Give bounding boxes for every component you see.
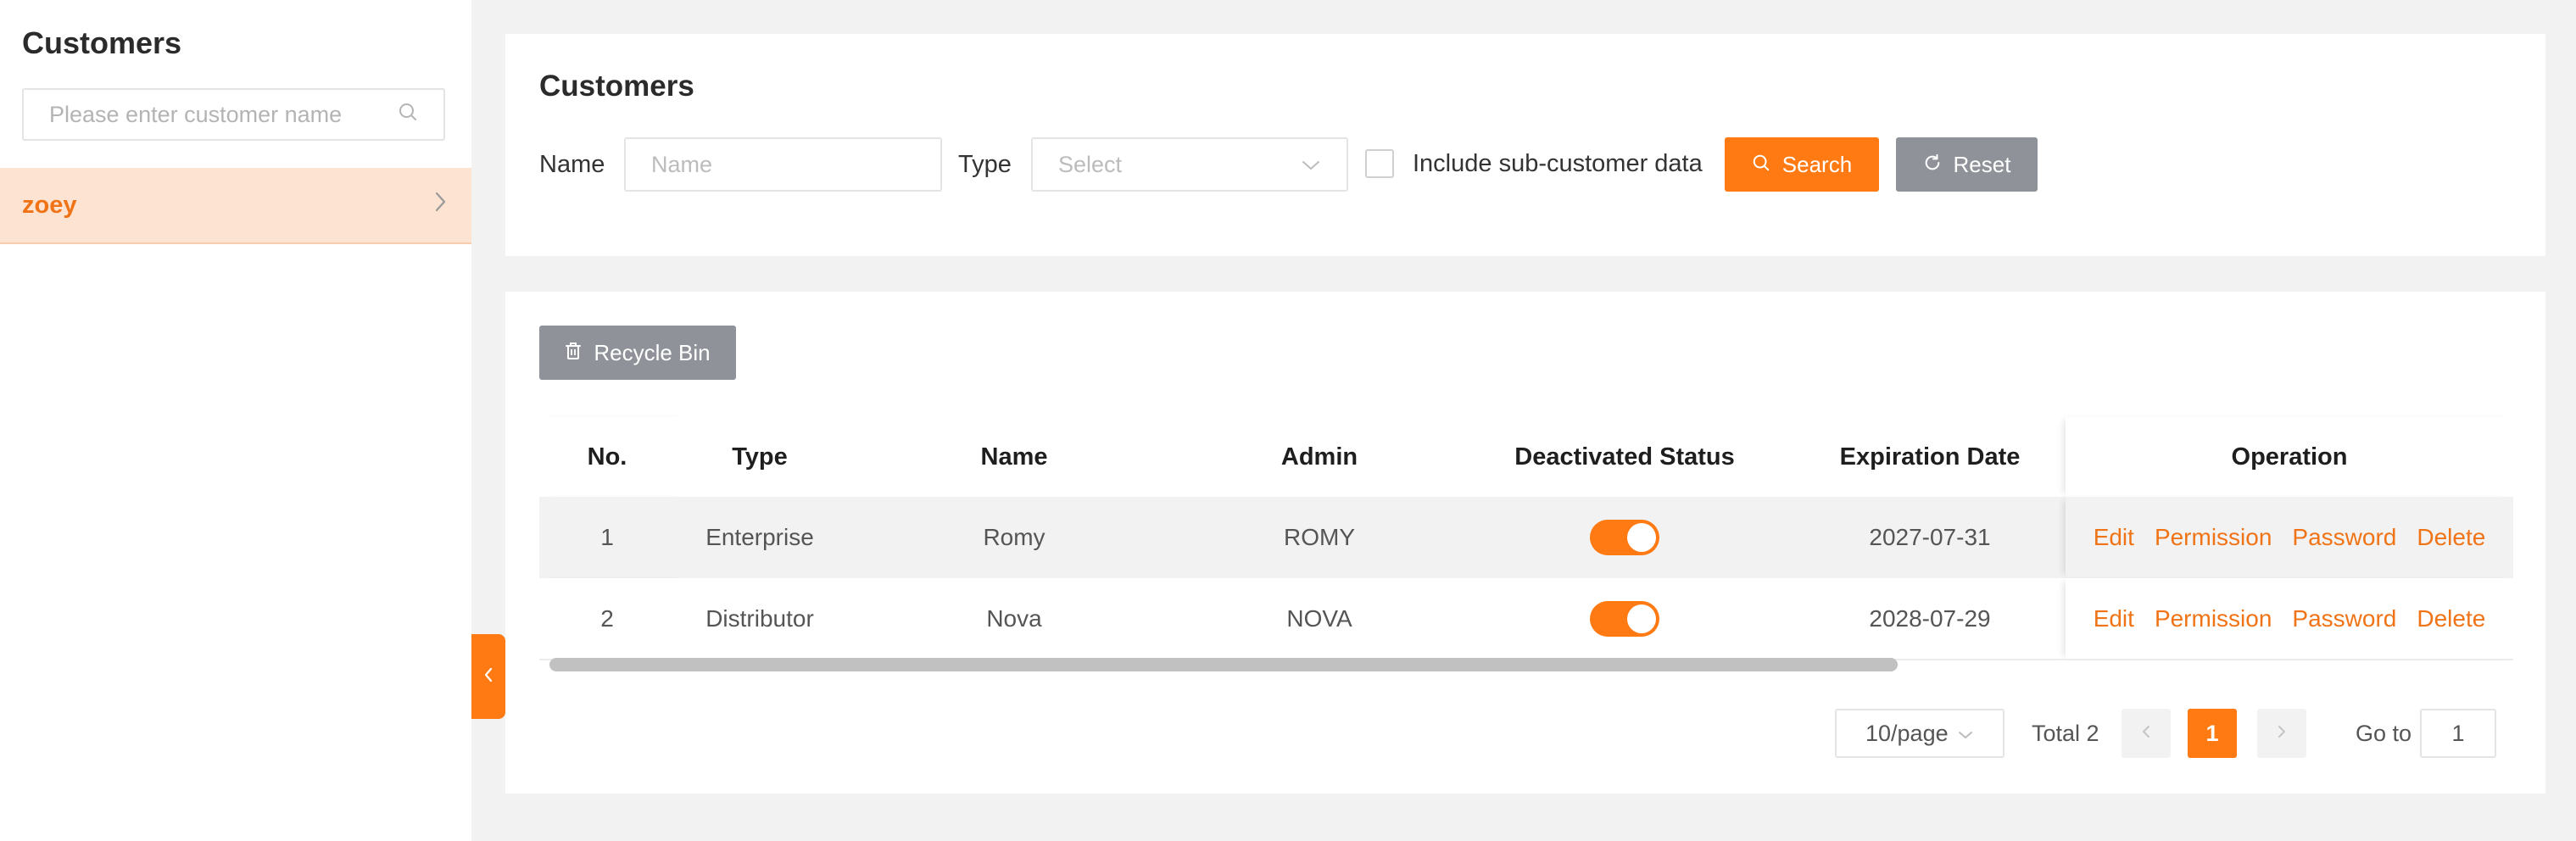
password-link[interactable]: Password — [2292, 524, 2396, 551]
trash-icon — [565, 340, 582, 366]
cell-expiration-date: 2027-07-31 — [1794, 497, 2066, 578]
cell-operation: Edit Permission Password Delete — [2066, 578, 2513, 660]
page-number-current[interactable]: 1 — [2188, 709, 2237, 758]
sidebar-item-zoey[interactable]: zoey — [0, 168, 471, 244]
next-page-button[interactable] — [2257, 709, 2306, 758]
delete-link[interactable]: Delete — [2417, 605, 2485, 632]
permission-link[interactable]: Permission — [2155, 605, 2272, 632]
toggle-knob — [1627, 523, 1656, 552]
reset-button[interactable]: Reset — [1896, 137, 2038, 192]
page-size-value: 10/page — [1865, 720, 1949, 746]
cell-admin: NOVA — [1184, 578, 1455, 660]
chevron-right-icon — [2276, 723, 2288, 744]
deactivated-toggle[interactable] — [1590, 600, 1659, 637]
column-header-name: Name — [845, 417, 1184, 497]
column-header-operation: Operation — [2066, 417, 2513, 497]
chevron-left-icon — [482, 666, 495, 688]
include-sub-customer-checkbox[interactable] — [1365, 149, 1394, 178]
page-title: Customers — [539, 70, 694, 103]
name-filter-placeholder: Name — [651, 151, 713, 177]
cell-operation: Edit Permission Password Delete — [2066, 497, 2513, 578]
chevron-right-icon — [431, 191, 449, 220]
search-button-label: Search — [1781, 151, 1853, 177]
column-header-admin: Admin — [1184, 417, 1455, 497]
recycle-bin-button[interactable]: Recycle Bin — [539, 326, 736, 380]
table-header-row: No. Type Name Admin Deactivated Status E… — [539, 417, 2513, 497]
page-size-select[interactable]: 10/page — [1835, 709, 2004, 758]
column-header-no: No. — [539, 417, 675, 497]
cell-deactivated-status — [1455, 578, 1794, 660]
goto-page-label: Go to — [2356, 721, 2412, 746]
customer-table: No. Type Name Admin Deactivated Status E… — [539, 417, 2513, 660]
chevron-down-icon — [1301, 152, 1321, 178]
filter-panel: Customers Name Name Type Select Include … — [505, 34, 2545, 256]
column-header-deactivated-status: Deactivated Status — [1455, 417, 1794, 497]
customer-search-placeholder: Please enter customer name — [49, 101, 343, 127]
delete-link[interactable]: Delete — [2417, 524, 2485, 551]
goto-page-input[interactable]: 1 — [2420, 709, 2496, 758]
horizontal-scrollbar[interactable] — [549, 658, 1898, 671]
type-filter-label: Type — [958, 151, 1012, 178]
pagination-total: Total 2 — [2032, 721, 2099, 746]
chevron-down-icon — [1957, 721, 1974, 747]
deactivated-toggle[interactable] — [1590, 520, 1659, 555]
edit-link[interactable]: Edit — [2094, 524, 2134, 551]
chevron-left-icon — [2140, 723, 2152, 744]
column-header-expiration-date: Expiration Date — [1794, 417, 2066, 497]
sidebar-item-label: zoey — [22, 191, 77, 219]
column-header-type: Type — [675, 417, 845, 497]
table-row: 1 Enterprise Romy ROMY 2027-07-31 Edit P… — [539, 497, 2513, 578]
password-link[interactable]: Password — [2292, 605, 2396, 632]
cell-no: 2 — [539, 578, 675, 660]
cell-name: Romy — [845, 497, 1184, 578]
type-filter-select[interactable]: Select — [1031, 137, 1348, 192]
search-icon — [1752, 152, 1770, 178]
cell-admin: ROMY — [1184, 497, 1455, 578]
cell-type: Enterprise — [675, 497, 845, 578]
search-icon — [398, 102, 418, 128]
cell-expiration-date: 2028-07-29 — [1794, 578, 2066, 660]
sidebar-title: Customers — [22, 25, 182, 60]
recycle-bin-label: Recycle Bin — [594, 339, 711, 365]
include-sub-customer-label: Include sub-customer data — [1413, 150, 1703, 177]
edit-link[interactable]: Edit — [2094, 605, 2134, 632]
name-filter-input[interactable]: Name — [624, 137, 942, 192]
cell-deactivated-status — [1455, 497, 1794, 578]
refresh-icon — [1923, 152, 1942, 178]
permission-link[interactable]: Permission — [2155, 524, 2272, 551]
customer-search-input[interactable]: Please enter customer name — [22, 88, 445, 141]
table-row: 2 Distributor Nova NOVA 2028-07-29 Edit … — [539, 578, 2513, 660]
toggle-knob — [1627, 604, 1656, 633]
customer-sidebar: Customers Please enter customer name zoe… — [0, 0, 471, 841]
reset-button-label: Reset — [1953, 151, 2011, 177]
prev-page-button[interactable] — [2122, 709, 2171, 758]
collapse-sidebar-button[interactable] — [471, 634, 505, 719]
cell-no: 1 — [539, 497, 675, 578]
search-button[interactable]: Search — [1725, 137, 1879, 192]
cell-type: Distributor — [675, 578, 845, 660]
customer-table-panel: Recycle Bin No. Type Name Admin Deactiva… — [505, 292, 2545, 794]
name-filter-label: Name — [539, 151, 605, 178]
cell-name: Nova — [845, 578, 1184, 660]
type-filter-placeholder: Select — [1058, 151, 1123, 177]
